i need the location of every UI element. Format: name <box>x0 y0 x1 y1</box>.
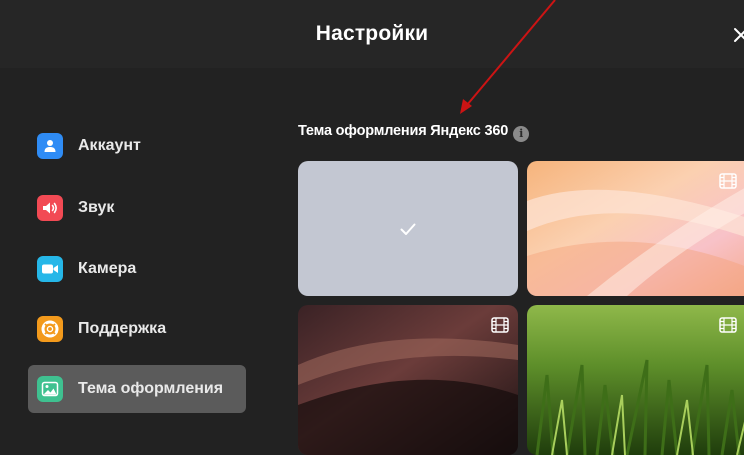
annotation-arrow <box>460 0 556 114</box>
